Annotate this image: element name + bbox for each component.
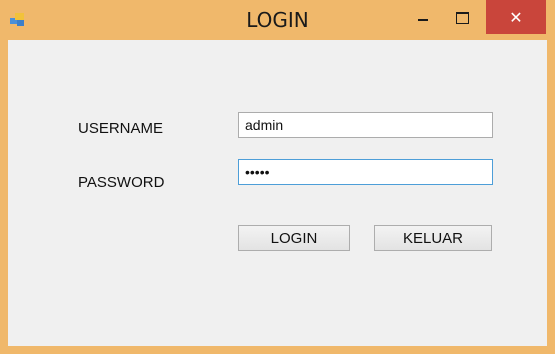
login-window: LOGIN ✕ USERNAME PASSWORD LOGIN KELUAR xyxy=(0,0,555,354)
password-input[interactable] xyxy=(238,159,493,185)
maximize-icon xyxy=(455,12,469,24)
maximize-button[interactable] xyxy=(444,0,480,36)
form-area: USERNAME PASSWORD LOGIN KELUAR xyxy=(8,40,547,346)
keluar-button[interactable]: KELUAR xyxy=(374,225,492,251)
close-icon: ✕ xyxy=(509,7,523,27)
minimize-icon xyxy=(418,19,428,21)
password-label: PASSWORD xyxy=(78,174,165,191)
username-input[interactable] xyxy=(238,112,493,138)
title-bar[interactable]: LOGIN ✕ xyxy=(0,0,555,40)
minimize-button[interactable] xyxy=(405,0,441,36)
username-label: USERNAME xyxy=(78,120,164,137)
close-button[interactable]: ✕ xyxy=(486,0,546,34)
login-button[interactable]: LOGIN xyxy=(238,225,350,251)
